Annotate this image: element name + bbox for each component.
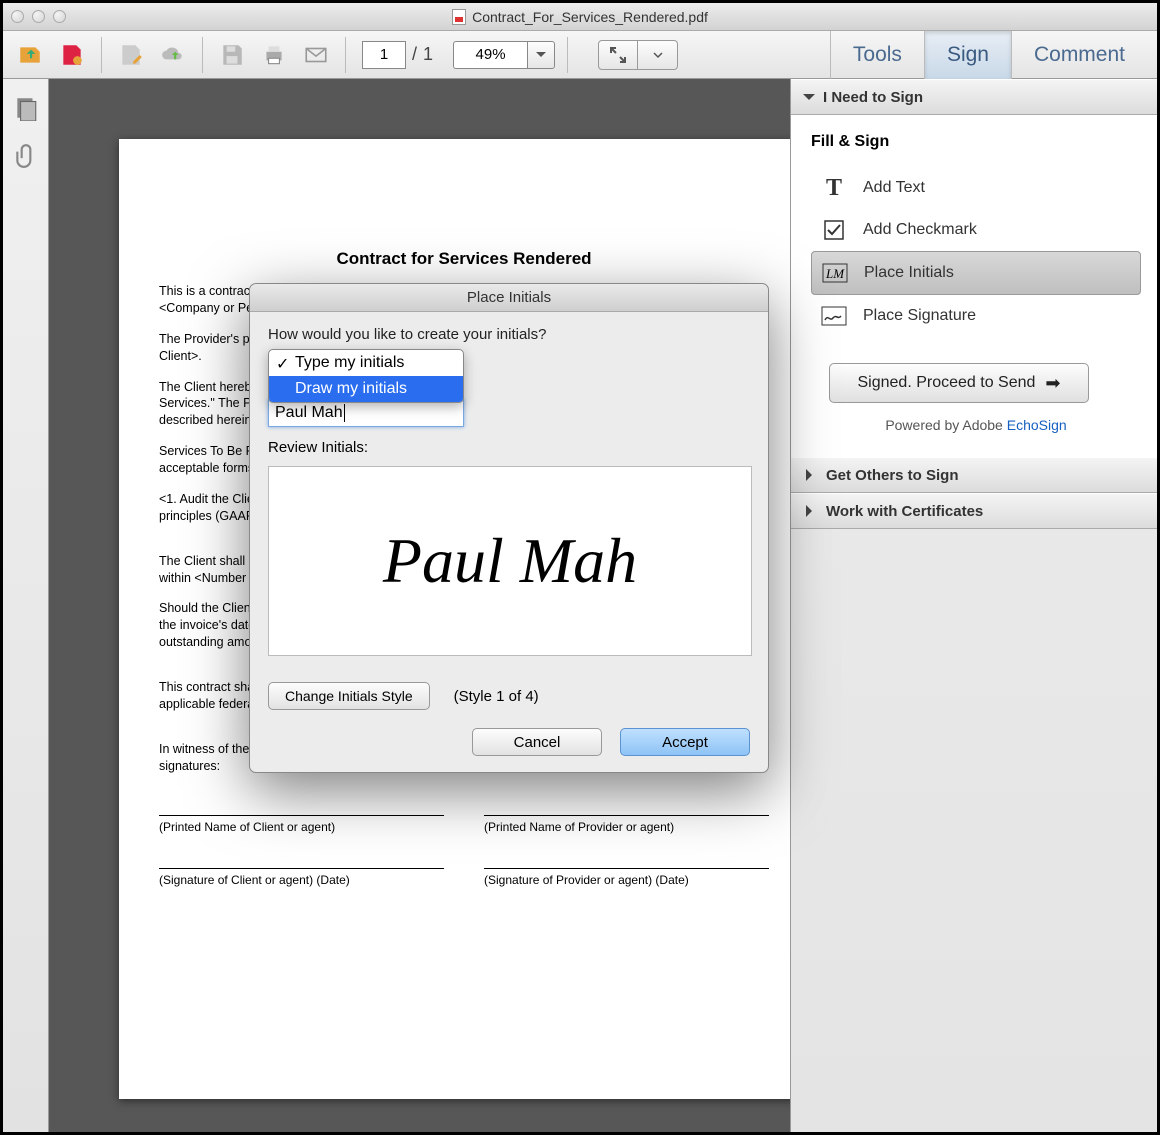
create-pdf-icon[interactable] (13, 38, 47, 72)
fill-sign-body: Fill & Sign T Add Text Add Checkmark LM … (791, 115, 1157, 457)
toolbar-separator (567, 37, 568, 73)
save-icon[interactable] (215, 38, 249, 72)
add-checkmark-item[interactable]: Add Checkmark (811, 209, 1141, 251)
item-label: Place Initials (864, 264, 954, 282)
accept-button[interactable]: Accept (620, 728, 750, 756)
change-style-button[interactable]: Change Initials Style (268, 682, 430, 710)
thumbnails-icon[interactable] (13, 95, 39, 121)
place-signature-item[interactable]: Place Signature (811, 295, 1141, 337)
accordion-certificates[interactable]: Work with Certificates (791, 493, 1157, 529)
sig-caption: (Printed Name of Client or agent) (159, 820, 444, 834)
export-pdf-icon[interactable] (55, 38, 89, 72)
item-label: Add Checkmark (863, 221, 977, 239)
check-icon: ✓ (276, 354, 289, 374)
zoom-control: 49% (453, 41, 555, 69)
page-total: 1 (423, 44, 433, 65)
button-label: Signed. Proceed to Send (858, 374, 1036, 392)
cancel-button[interactable]: Cancel (472, 728, 602, 756)
page-current-input[interactable]: 1 (362, 41, 406, 69)
style-counter: (Style 1 of 4) (454, 688, 539, 705)
tab-tools[interactable]: Tools (830, 31, 924, 79)
powered-by-label: Powered by Adobe EchoSign (811, 417, 1141, 433)
accordion-label: I Need to Sign (823, 89, 923, 106)
accordion-need-to-sign[interactable]: I Need to Sign (791, 79, 1157, 115)
dropdown-option-type[interactable]: ✓ Type my initials (269, 350, 463, 376)
sign-pane: I Need to Sign Fill & Sign T Add Text Ad… (790, 79, 1157, 1132)
dialog-question: How would you like to create your initia… (268, 326, 750, 343)
initials-preview: Paul Mah (268, 466, 752, 656)
chevron-right-icon (806, 505, 818, 517)
attachments-icon[interactable] (13, 143, 39, 169)
input-value: Paul Mah (275, 404, 343, 422)
echosign-link[interactable]: EchoSign (1007, 417, 1067, 433)
signature-line (484, 868, 769, 869)
review-label: Review Initials: (268, 439, 750, 456)
print-icon[interactable] (257, 38, 291, 72)
place-initials-item[interactable]: LM Place Initials (811, 251, 1141, 295)
chevron-right-icon (806, 469, 818, 481)
dropdown-option-draw[interactable]: Draw my initials (269, 376, 463, 402)
sig-caption: (Signature of Client or agent) (Date) (159, 873, 444, 887)
page-navigator: 1 / 1 (362, 41, 433, 69)
option-label: Draw my initials (295, 380, 407, 397)
text-icon: T (821, 177, 847, 199)
zoom-dropdown-icon[interactable] (527, 41, 555, 69)
text-cursor (344, 404, 345, 422)
toolbar-separator (202, 37, 203, 73)
dialog-title: Place Initials (250, 284, 768, 312)
option-label: Type my initials (295, 354, 404, 371)
window-titlebar: Contract_For_Services_Rendered.pdf (3, 3, 1157, 31)
signature-line (159, 868, 444, 869)
pdf-file-icon (452, 9, 466, 25)
window-title: Contract_For_Services_Rendered.pdf (472, 9, 708, 25)
edit-icon[interactable] (114, 38, 148, 72)
email-icon[interactable] (299, 38, 333, 72)
view-mode-dropdown-icon[interactable] (638, 40, 678, 70)
accordion-label: Get Others to Sign (826, 467, 959, 484)
signature-line (159, 815, 444, 816)
accordion-others-sign[interactable]: Get Others to Sign (791, 457, 1157, 493)
main-toolbar: 1 / 1 49% Tools Sign Comment (3, 31, 1157, 79)
add-text-item[interactable]: T Add Text (811, 167, 1141, 209)
sig-caption: (Printed Name of Provider or agent) (484, 820, 769, 834)
signature-icon (821, 305, 847, 327)
tab-comment[interactable]: Comment (1011, 31, 1147, 79)
item-label: Place Signature (863, 307, 976, 325)
toolbar-separator (101, 37, 102, 73)
arrow-right-icon: ➡ (1045, 373, 1060, 394)
accordion-label: Work with Certificates (826, 503, 983, 520)
svg-text:LM: LM (825, 266, 845, 281)
toolbar-separator (345, 37, 346, 73)
page-separator: / (412, 44, 417, 65)
left-nav-panel (3, 79, 49, 1132)
fill-sign-heading: Fill & Sign (811, 133, 1141, 151)
tab-sign[interactable]: Sign (924, 31, 1011, 79)
initials-icon: LM (822, 262, 848, 284)
initials-name-input[interactable]: Paul Mah (268, 399, 464, 427)
zoom-value[interactable]: 49% (453, 41, 527, 69)
proceed-to-send-button[interactable]: Signed. Proceed to Send ➡ (829, 363, 1089, 403)
chevron-down-icon (803, 94, 815, 106)
doc-title: Contract for Services Rendered (159, 249, 769, 269)
share-cloud-icon[interactable] (156, 38, 190, 72)
sig-caption: (Signature of Provider or agent) (Date) (484, 873, 769, 887)
item-label: Add Text (863, 179, 925, 197)
place-initials-dialog: Place Initials How would you like to cre… (249, 283, 769, 773)
checkmark-icon (821, 219, 847, 241)
fit-page-button[interactable] (598, 40, 638, 70)
signature-line (484, 815, 769, 816)
